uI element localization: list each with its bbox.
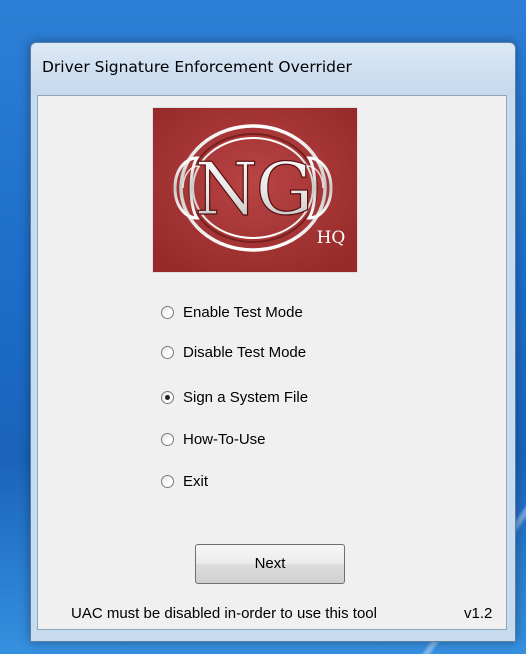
ngohq-logo-graphic: NG HQ	[153, 108, 357, 272]
option-label: How-To-Use	[183, 431, 266, 448]
option-label: Exit	[183, 473, 209, 490]
radio-button[interactable]	[161, 433, 174, 446]
radio-button[interactable]	[161, 391, 174, 404]
ngohq-logo: NG HQ	[152, 107, 358, 273]
radio-button[interactable]	[161, 346, 174, 359]
option-label: Disable Test Mode	[183, 344, 307, 361]
app-window: Driver Signature Enforcement Overrider N…	[30, 42, 516, 642]
dialog-client-area: NG HQ Enable Test Mode Disable Test Mode…	[37, 95, 507, 630]
option-exit[interactable]: Exit	[161, 473, 361, 493]
option-label: Enable Test Mode	[183, 304, 303, 321]
radio-button[interactable]	[161, 475, 174, 488]
logo-sub-text: HQ	[317, 228, 346, 248]
radio-button[interactable]	[161, 306, 174, 319]
option-label: Sign a System File	[183, 389, 309, 406]
desktop-background: Driver Signature Enforcement Overrider N…	[0, 0, 526, 654]
option-sign-system-file[interactable]: Sign a System File	[161, 389, 361, 409]
uac-warning-text: UAC must be disabled in-order to use thi…	[71, 605, 377, 622]
option-enable-test-mode[interactable]: Enable Test Mode	[161, 304, 361, 324]
option-how-to-use[interactable]: How-To-Use	[161, 431, 361, 451]
version-label: v1.2	[464, 605, 493, 622]
option-disable-test-mode[interactable]: Disable Test Mode	[161, 344, 361, 364]
title-bar[interactable]: Driver Signature Enforcement Overrider	[31, 43, 515, 95]
window-title: Driver Signature Enforcement Overrider	[42, 58, 352, 76]
next-button[interactable]: Next	[195, 544, 345, 584]
radio-dot	[165, 395, 170, 400]
logo-main-text: NG	[195, 147, 312, 231]
